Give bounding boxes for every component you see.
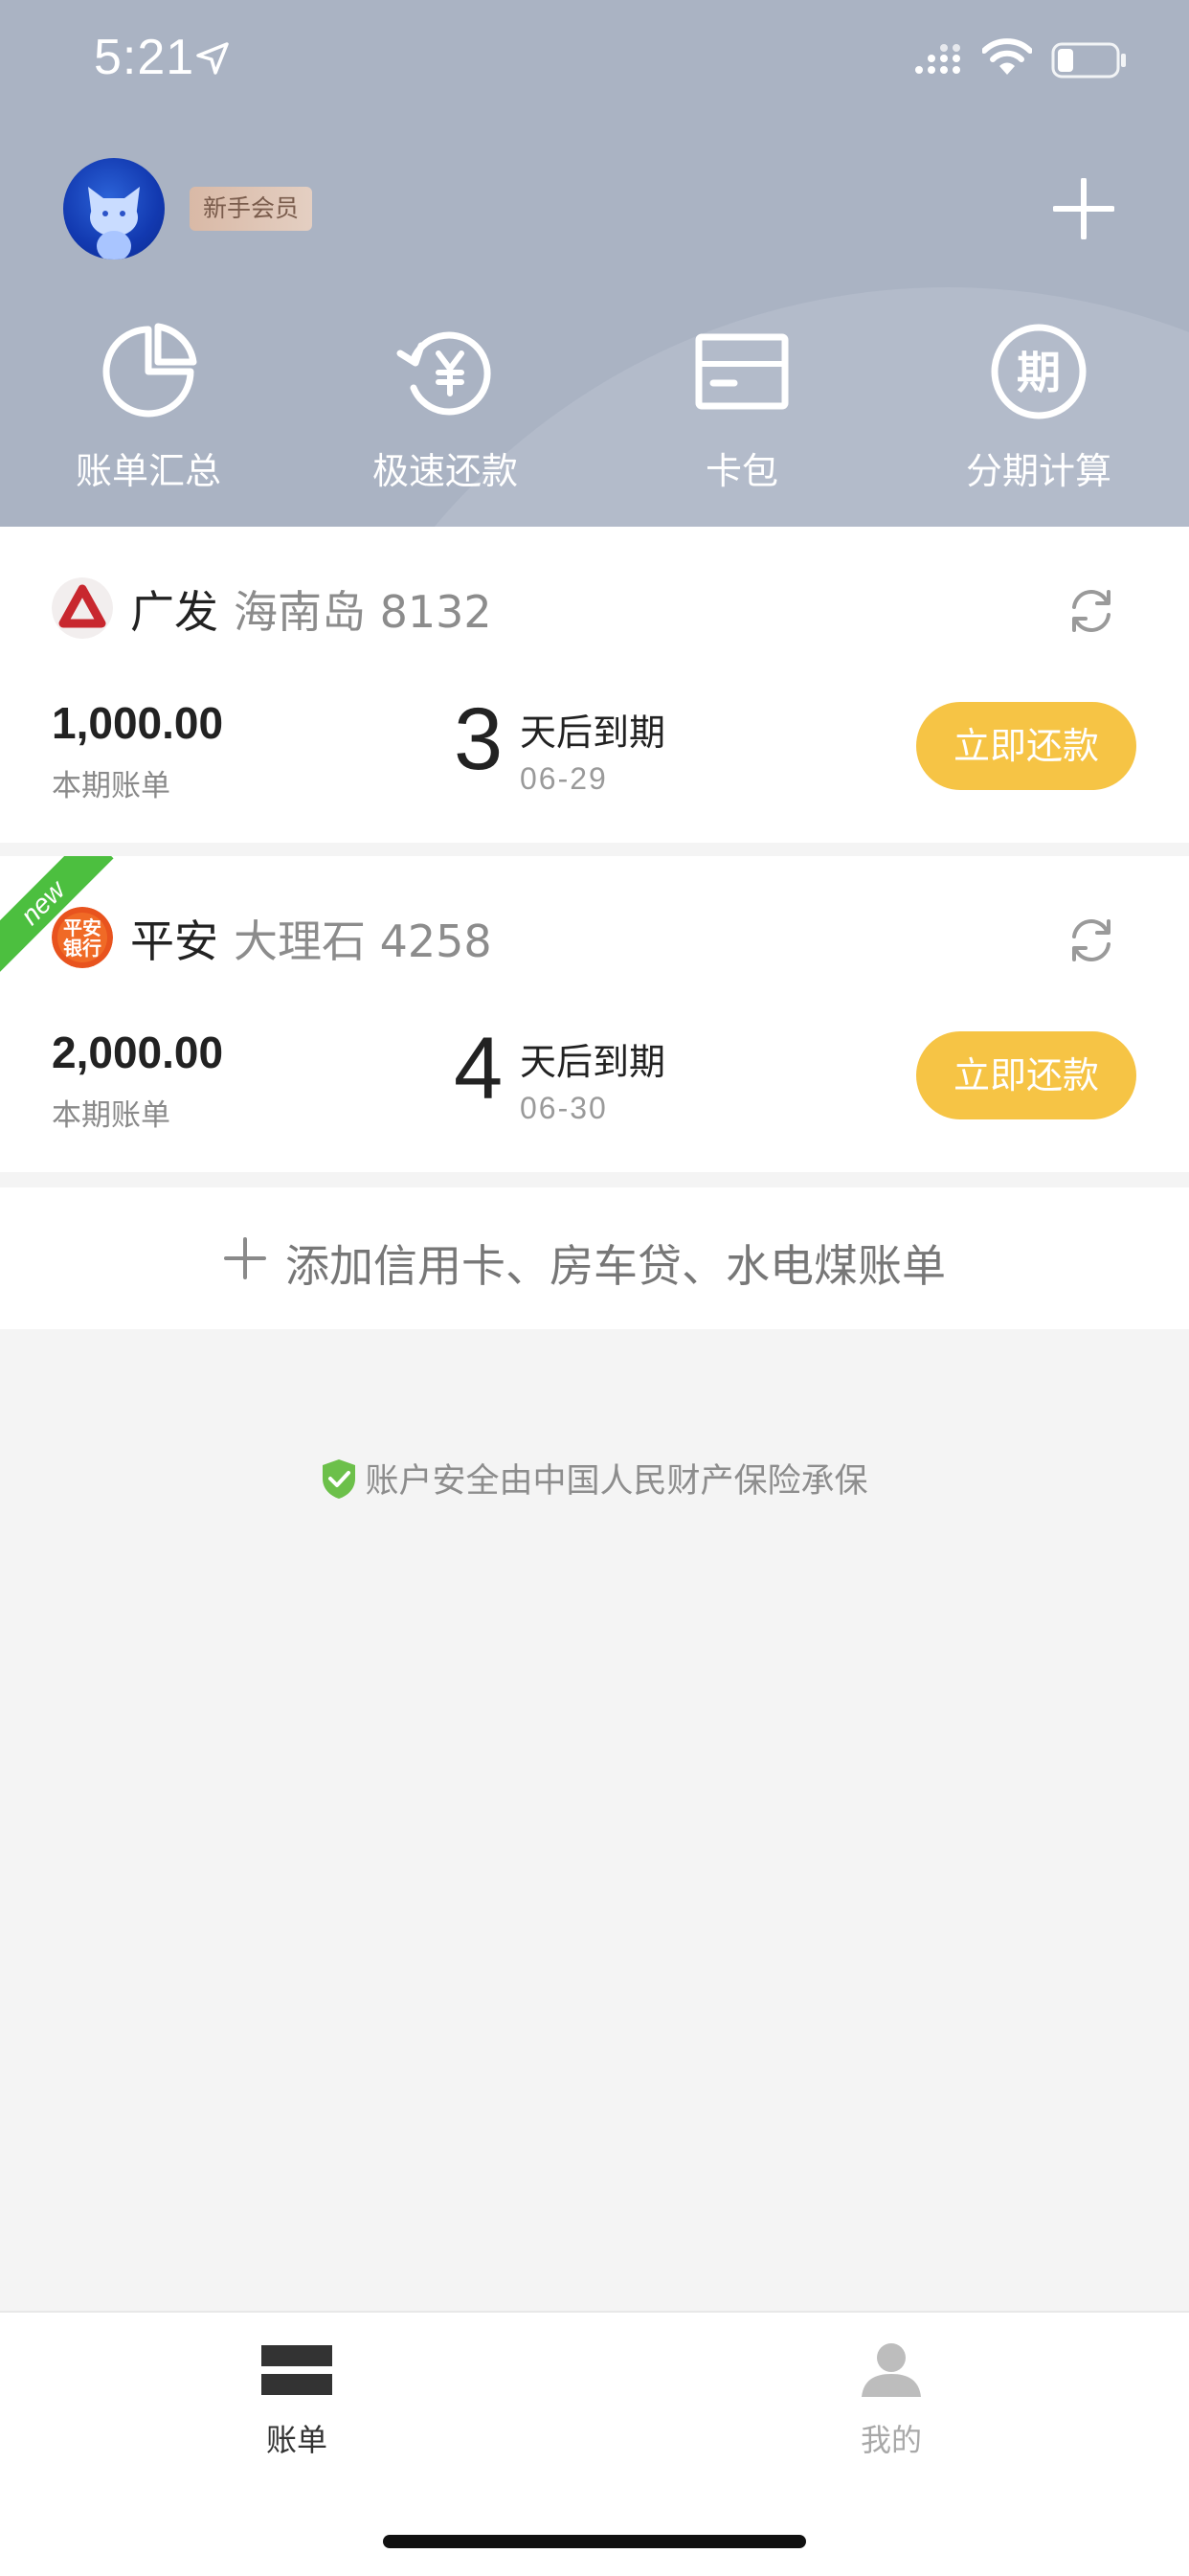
repay-now-button[interactable]: 立即还款 — [916, 702, 1136, 790]
tab-label: 账单 — [265, 2422, 327, 2458]
add-bill-label: 添加信用卡、房车贷、水电煤账单 — [285, 1240, 946, 1292]
member-badge[interactable]: 新手会员 — [190, 187, 313, 231]
shield-check-icon — [323, 1459, 356, 1499]
battery-icon — [1051, 42, 1126, 79]
status-time: 5:21 — [94, 30, 195, 85]
add-icon[interactable] — [1053, 178, 1114, 239]
header: 5:21 新手会员 账单汇总 极速还款 卡包 期 分期计算 — [0, 0, 1189, 527]
refresh-icon[interactable] — [1065, 914, 1118, 967]
tab-mine[interactable]: 我的 — [748, 2341, 1035, 2460]
wifi-icon — [982, 38, 1032, 75]
due-date: 06-29 — [520, 761, 608, 796]
quick-card-wallet[interactable]: 卡包 — [594, 321, 890, 494]
quick-fast-repay[interactable]: 极速还款 — [297, 321, 594, 494]
due-date: 06-30 — [520, 1091, 608, 1125]
tab-label: 我的 — [860, 2422, 922, 2458]
pie-chart-icon — [102, 323, 197, 418]
bills-tab-icon — [261, 2345, 332, 2395]
yuan-refresh-icon — [396, 331, 491, 416]
avatar[interactable] — [63, 158, 165, 260]
due-text: 天后到期 — [520, 712, 666, 754]
svg-text:期: 期 — [1017, 347, 1061, 398]
installment-icon: 期 — [991, 324, 1087, 419]
repay-now-button[interactable]: 立即还款 — [916, 1031, 1136, 1119]
days-remaining: 4 — [454, 1020, 504, 1118]
location-arrow-icon — [196, 42, 229, 75]
card-name: 大理石 4258 — [234, 915, 492, 967]
quick-bill-summary[interactable]: 账单汇总 — [0, 321, 297, 494]
plus-icon — [224, 1237, 266, 1279]
bill-amount-label: 本期账单 — [52, 1098, 170, 1133]
card-icon — [695, 333, 789, 410]
due-text: 天后到期 — [520, 1041, 666, 1083]
quick-label: 分期计算 — [965, 450, 1111, 492]
refresh-icon[interactable] — [1065, 584, 1118, 638]
add-bill-row[interactable]: 添加信用卡、房车贷、水电煤账单 — [0, 1187, 1189, 1329]
bill-amount: 2,000.00 — [52, 1028, 224, 1077]
safety-note: 账户安全由中国人民财产保险承保 — [0, 1454, 1189, 1503]
bank-name: 广发 — [130, 586, 218, 638]
pingan-bank-logo-icon: 平安 银行 — [52, 907, 113, 968]
signal-icon — [915, 44, 960, 74]
bill-amount-label: 本期账单 — [52, 769, 170, 803]
bill-amount: 1,000.00 — [52, 698, 224, 748]
bill-card[interactable]: 广发 海南岛 8132 1,000.00 本期账单 3 天后到期 06-29 立… — [0, 527, 1189, 843]
home-indicator — [383, 2535, 806, 2548]
safety-text: 账户安全由中国人民财产保险承保 — [365, 1462, 868, 1501]
days-remaining: 3 — [454, 690, 504, 788]
card-name: 海南岛 8132 — [234, 586, 492, 638]
cat-mascot-icon — [88, 187, 140, 260]
bill-card[interactable]: new 平安 银行 平安 大理石 4258 2,000.00 本期账单 4 天后… — [0, 856, 1189, 1172]
quick-label: 卡包 — [705, 450, 778, 492]
bank-name: 平安 — [130, 915, 218, 967]
cgb-bank-logo-icon — [52, 577, 113, 639]
quick-label: 账单汇总 — [75, 450, 221, 492]
svg-text:银行: 银行 — [63, 937, 101, 960]
quick-label: 极速还款 — [371, 450, 518, 492]
user-tab-icon — [862, 2343, 921, 2397]
quick-installment-calc[interactable]: 期 分期计算 — [890, 321, 1187, 494]
tab-bills[interactable]: 账单 — [153, 2341, 440, 2460]
